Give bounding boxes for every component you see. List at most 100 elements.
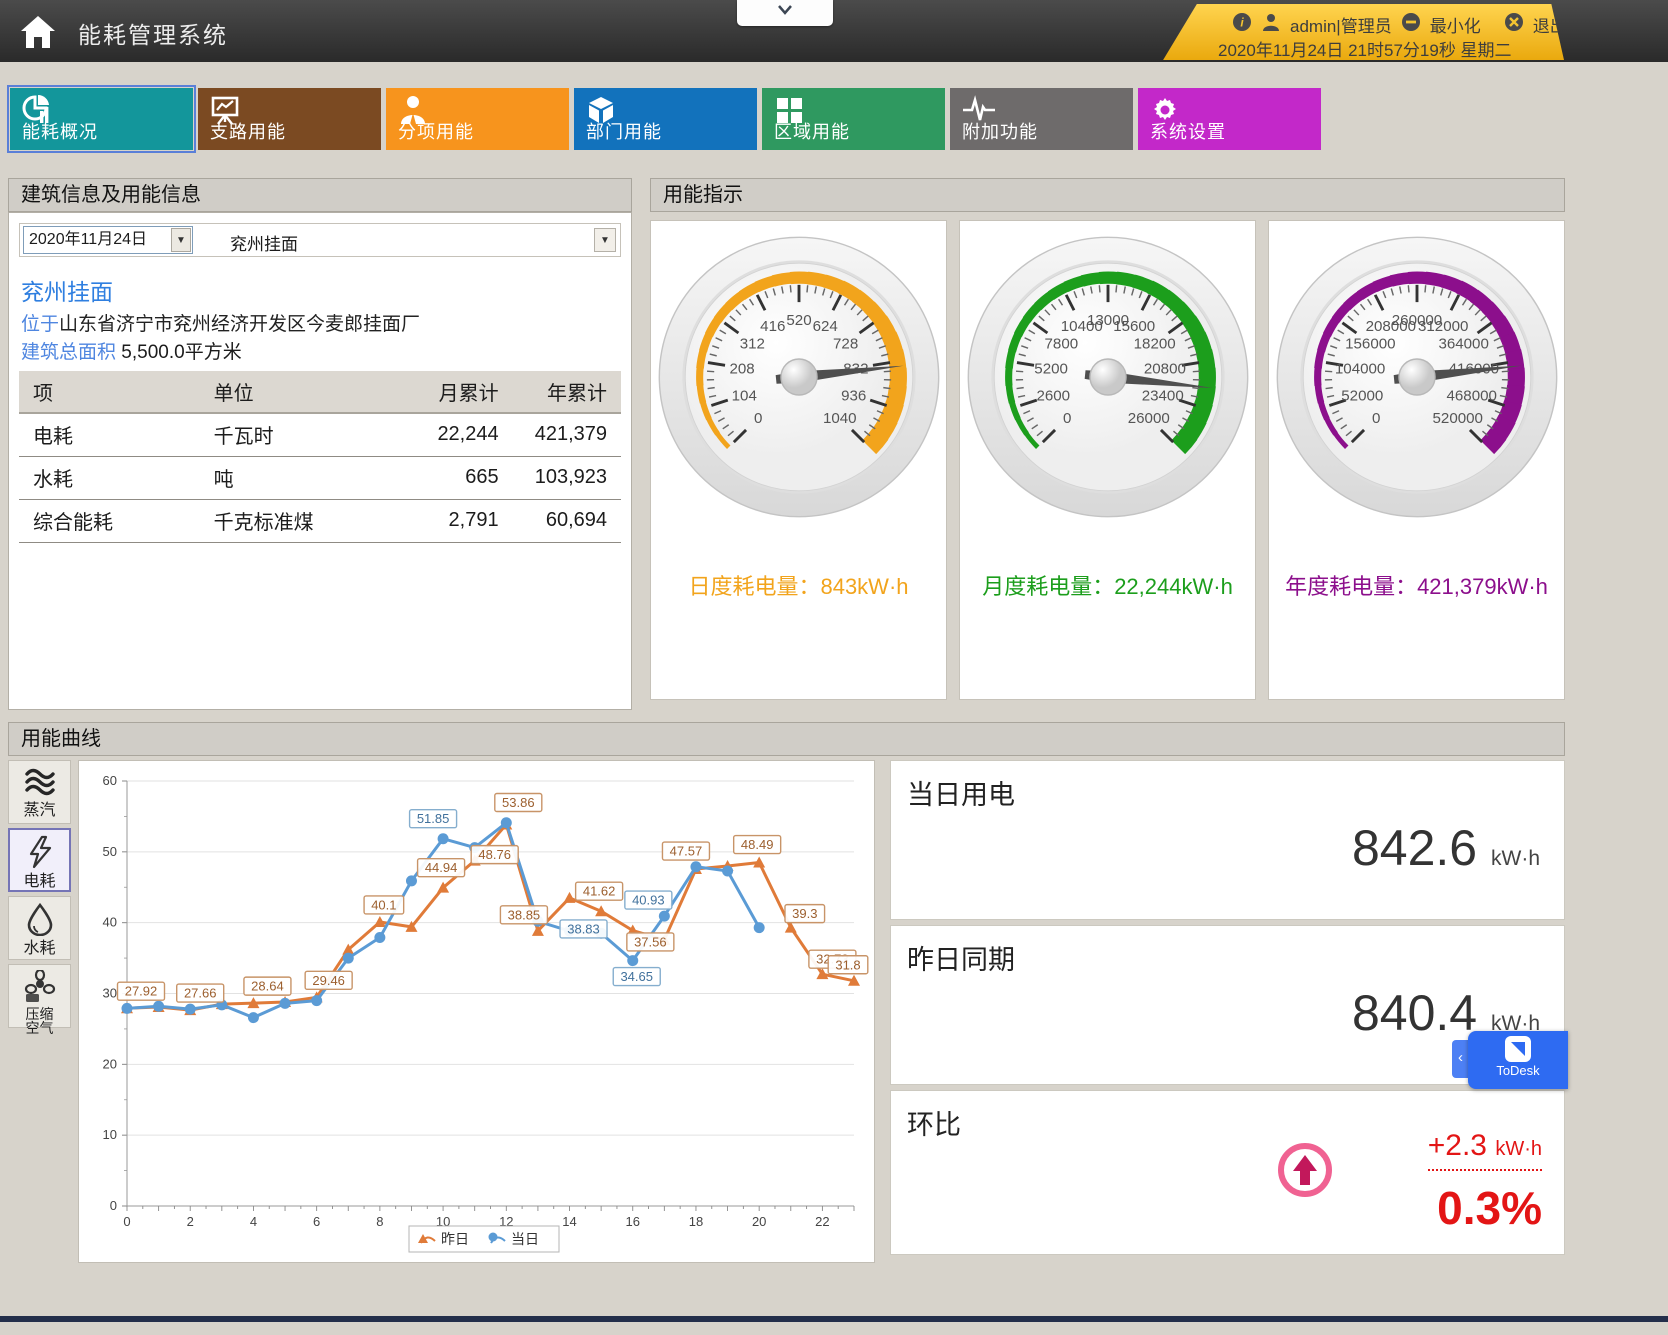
svg-text:0: 0 xyxy=(110,1198,117,1213)
svg-text:0: 0 xyxy=(123,1214,130,1229)
info-icon[interactable]: i xyxy=(1232,12,1252,37)
user-info-strip: i admin|管理员 最小化 退出 2020年11月24日 21时57分19秒… xyxy=(1142,4,1564,60)
curve-panel-title: 用能曲线 xyxy=(21,728,101,750)
minimize-button[interactable]: 最小化 xyxy=(1430,12,1481,37)
address-text: 山东省济宁市兖州经济开发区今麦郎挂面厂 xyxy=(59,314,420,335)
gauge-card-daily-electricity: 01042083124165206247288329361040日度耗电量：84… xyxy=(650,220,947,700)
svg-text:1040: 1040 xyxy=(822,410,856,427)
nav-tab-6[interactable]: 附加功能 xyxy=(950,88,1133,150)
svg-text:936: 936 xyxy=(841,387,866,404)
point-label: 38.85 xyxy=(500,906,547,924)
curve-type-steam[interactable]: 蒸汽 xyxy=(8,760,71,824)
point-label: 47.57 xyxy=(662,842,709,860)
building-select-arrow-icon[interactable]: ▼ xyxy=(594,228,616,252)
table-cell: 千瓦时 xyxy=(200,413,393,456)
stat-label: 当日用电 xyxy=(907,773,1015,812)
gauge-panel-title: 用能指示 xyxy=(663,184,743,206)
svg-text:20800: 20800 xyxy=(1143,360,1185,377)
svg-text:31.8: 31.8 xyxy=(835,957,860,972)
table-cell: 60,694 xyxy=(513,499,621,542)
gauge-value-label: 日度耗电量：843kW·h xyxy=(651,572,946,602)
svg-text:15600: 15600 xyxy=(1113,318,1155,335)
delta-unit: kW·h xyxy=(1495,1138,1542,1160)
svg-text:624: 624 xyxy=(812,318,837,335)
table-header-1: 项 xyxy=(19,371,200,413)
point-label: 27.92 xyxy=(118,982,165,1000)
svg-text:39.3: 39.3 xyxy=(792,906,817,921)
table-cell: 421,379 xyxy=(513,413,621,456)
stat-card-ring-ratio: 环比 +2.3 kW·h 0.3% xyxy=(890,1090,1565,1255)
water-icon xyxy=(25,923,55,940)
nav-tab-label: 区域用能 xyxy=(774,118,850,144)
stat-card-today: 当日用电 842.6 kW·h xyxy=(890,760,1565,920)
nav-tab-5[interactable]: 区域用能 xyxy=(762,88,945,150)
curve-type-compressed-air[interactable]: 压缩空气 xyxy=(8,964,71,1028)
svg-text:40.93: 40.93 xyxy=(632,893,665,908)
svg-text:27.92: 27.92 xyxy=(125,984,158,999)
trend-up-icon xyxy=(1276,1141,1334,1204)
point-label: 40.1 xyxy=(364,896,404,914)
svg-text:156000: 156000 xyxy=(1345,336,1395,353)
svg-text:28.64: 28.64 xyxy=(251,979,284,994)
point-label: 38.83 xyxy=(560,920,607,938)
todesk-logo-icon xyxy=(1505,1036,1531,1062)
close-icon[interactable] xyxy=(1504,12,1524,37)
svg-text:30: 30 xyxy=(103,986,117,1001)
electricity-icon xyxy=(25,856,55,873)
svg-text:40: 40 xyxy=(103,915,117,930)
building-select[interactable]: 兖州挂面 xyxy=(230,230,298,255)
point-label: 29.46 xyxy=(305,971,352,989)
table-cell: 22,244 xyxy=(392,413,512,456)
svg-text:48.49: 48.49 xyxy=(741,837,774,852)
stat-value: 840.4 xyxy=(1352,985,1477,1041)
date-select[interactable]: 2020年11月24日 ▼ xyxy=(23,226,193,254)
table-cell: 665 xyxy=(392,456,512,499)
todesk-widget[interactable]: ToDesk xyxy=(1468,1031,1568,1089)
gauge-value-label: 月度耗电量：22,244kW·h xyxy=(960,572,1255,602)
svg-text:4: 4 xyxy=(250,1214,257,1229)
table-header-2: 单位 xyxy=(200,371,393,413)
point-label: 31.8 xyxy=(828,956,868,974)
building-name-link[interactable]: 兖州挂面 xyxy=(21,273,113,307)
svg-text:22: 22 xyxy=(815,1214,829,1229)
compressed-air-icon xyxy=(23,989,57,1006)
point-label: 53.86 xyxy=(495,793,542,811)
home-icon[interactable] xyxy=(18,12,58,52)
svg-text:50: 50 xyxy=(103,844,117,859)
building-panel-body: 2020年11月24日 ▼ 兖州挂面 ▼ 兖州挂面 位于山东省济宁市兖州经济开发… xyxy=(8,212,632,710)
svg-text:53.86: 53.86 xyxy=(502,795,535,810)
nav-tab-2[interactable]: 支路用能 xyxy=(198,88,381,150)
svg-text:51.85: 51.85 xyxy=(417,811,450,826)
table-cell: 2,791 xyxy=(392,499,512,542)
todesk-collapse-icon[interactable]: ‹ xyxy=(1452,1040,1469,1078)
nav-tab-3[interactable]: 分项用能 xyxy=(386,88,569,150)
point-label: 48.76 xyxy=(471,846,518,864)
svg-text:20: 20 xyxy=(103,1056,117,1071)
svg-text:2600: 2600 xyxy=(1036,387,1070,404)
nav-tab-1[interactable]: 能耗概况 xyxy=(10,88,193,150)
logout-button[interactable]: 退出 xyxy=(1533,12,1567,37)
building-panel-header: 建筑信息及用能信息 xyxy=(8,178,632,212)
svg-text:312: 312 xyxy=(739,336,764,353)
minimize-icon[interactable] xyxy=(1401,12,1421,37)
gauge-yearly-electricity: 0520001040001560002080002600003120003640… xyxy=(1273,233,1561,521)
svg-text:14: 14 xyxy=(562,1214,576,1229)
point-label: 28.64 xyxy=(244,977,291,995)
table-cell: 综合能耗 xyxy=(19,499,200,542)
app-header: 能耗管理系统 i admin|管理员 最小化 退出 2020年11月24日 21… xyxy=(0,0,1668,62)
bottom-divider xyxy=(0,1316,1668,1322)
top-dropdown-tab[interactable] xyxy=(737,0,833,26)
curve-type-electricity[interactable]: 电耗 xyxy=(8,828,71,892)
table-row: 电耗千瓦时22,244421,379 xyxy=(19,413,621,456)
date-select-arrow-icon[interactable]: ▼ xyxy=(171,228,191,252)
svg-text:364000: 364000 xyxy=(1438,336,1488,353)
svg-text:104: 104 xyxy=(731,387,756,404)
svg-text:昨日: 昨日 xyxy=(441,1231,469,1247)
svg-text:8: 8 xyxy=(376,1214,383,1229)
nav-tab-7[interactable]: 系统设置 xyxy=(1138,88,1321,150)
stat-value: 842.6 xyxy=(1352,820,1477,876)
nav-tab-4[interactable]: 部门用能 xyxy=(574,88,757,150)
curve-type-water[interactable]: 水耗 xyxy=(8,896,71,960)
svg-text:5200: 5200 xyxy=(1034,360,1068,377)
main-nav: 能耗概况支路用能分项用能部门用能区域用能 附加功能系统设置 xyxy=(10,88,1321,150)
